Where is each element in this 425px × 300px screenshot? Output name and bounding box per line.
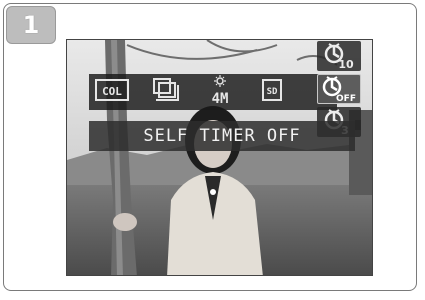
svg-text:SD: SD	[267, 87, 278, 97]
svg-text:4M: 4M	[212, 91, 229, 105]
svg-text:COL: COL	[102, 85, 122, 98]
menu-item-color[interactable]: COL	[91, 74, 133, 106]
color-mode-icon: COL	[95, 79, 129, 101]
step-number: 1	[22, 11, 40, 39]
sd-card-icon: SD	[262, 79, 282, 101]
svg-text:10: 10	[338, 58, 354, 69]
step-number-badge: 1	[6, 6, 56, 44]
self-timer-10-option[interactable]: 10	[317, 41, 361, 71]
self-timer-off-icon: OFF	[322, 76, 356, 102]
self-timer-10-icon: 10	[324, 43, 354, 69]
image-size-icon: 4M	[212, 75, 229, 105]
setting-caption: SELF TIMER OFF	[89, 121, 355, 151]
menu-item-card[interactable]: SD	[251, 74, 293, 106]
svg-text:OFF: OFF	[336, 94, 356, 102]
menu-item-image-size[interactable]: 4M	[199, 74, 241, 106]
continuous-shot-icon	[153, 78, 179, 101]
menu-item-drive-mode[interactable]	[145, 74, 187, 106]
self-timer-off-option[interactable]: OFF	[317, 74, 361, 104]
camera-lcd-screen: COL 4M SD 10 OFF SELF TIMER OFF	[66, 39, 373, 276]
